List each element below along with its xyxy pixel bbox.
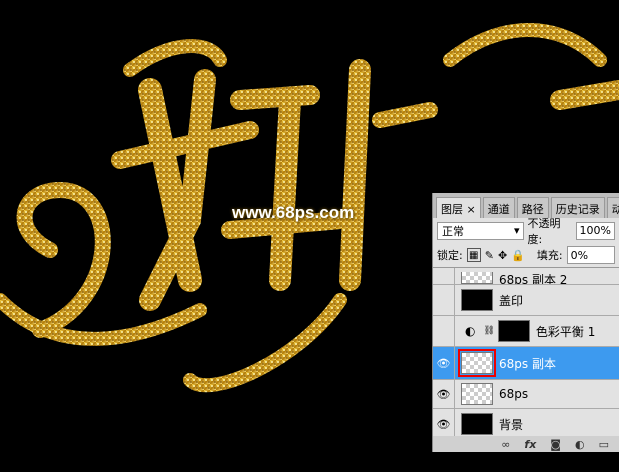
eye-icon[interactable]: 👁 <box>433 409 455 436</box>
fx-icon[interactable]: fx <box>524 438 536 451</box>
watermark: www.68ps.com <box>232 203 355 222</box>
visibility-toggle[interactable] <box>433 268 455 284</box>
tab-channels[interactable]: 通道 <box>482 197 515 218</box>
chevron-down-icon: ▾ <box>513 224 520 237</box>
layer-row[interactable]: 👁 68ps <box>433 380 619 409</box>
fill-label: 填充: <box>536 249 563 262</box>
link-chain-icon: ⛓ <box>483 326 495 336</box>
panel-tabs: 图层 × 通道 路径 历史记录 动 <box>433 193 619 218</box>
layer-thumbnail <box>461 413 493 435</box>
adjustment-icon[interactable]: ◐ <box>575 438 585 451</box>
visibility-toggle[interactable] <box>433 285 455 315</box>
layer-name: 盖印 <box>499 293 524 308</box>
layer-row[interactable]: 盖印 <box>433 285 619 316</box>
mask-icon[interactable]: ◙ <box>550 438 561 451</box>
lock-all-icon[interactable]: 🔒 <box>511 249 525 262</box>
layer-name: 68ps 副本 2 <box>499 274 568 284</box>
lock-move-icon[interactable]: ✥ <box>498 249 507 262</box>
layers-panel: 图层 × 通道 路径 历史记录 动 正常 ▾ 不透明度: 100% 锁定: ▦ ✎… <box>432 193 619 452</box>
blend-mode-select[interactable]: 正常 ▾ <box>437 221 525 240</box>
layer-row-selected[interactable]: 👁 68ps 副本 <box>433 347 619 380</box>
layer-thumbnail <box>461 383 493 405</box>
opacity-input[interactable]: 100% <box>575 221 615 240</box>
opacity-label: 不透明度: <box>527 216 561 246</box>
layer-thumbnail <box>461 272 493 284</box>
lock-transparency-icon[interactable]: ▦ <box>466 248 481 262</box>
layer-mask-thumbnail <box>497 320 530 342</box>
visibility-toggle[interactable] <box>433 316 455 346</box>
tab-actions[interactable]: 动 <box>606 197 619 218</box>
layer-thumbnail <box>458 349 496 377</box>
folder-icon[interactable]: ▭ <box>599 438 609 451</box>
layer-name: 背景 <box>499 417 524 432</box>
blend-mode-value: 正常 <box>442 224 464 238</box>
fill-input[interactable]: 0% <box>566 246 615 264</box>
lock-brush-icon[interactable]: ✎ <box>485 249 494 262</box>
lock-label: 锁定: <box>437 249 463 262</box>
panel-footer: ∞ fx ◙ ◐ ▭ <box>433 436 619 452</box>
adjustment-layer-icon: ◐ <box>465 324 476 338</box>
layer-row[interactable]: ◐ ⛓ 色彩平衡 1 <box>433 316 619 347</box>
layer-row[interactable]: 68ps 副本 2 <box>433 268 619 285</box>
layer-name: 色彩平衡 1 <box>535 324 596 339</box>
layer-row[interactable]: 👁 背景 <box>433 409 619 436</box>
link-icon[interactable]: ∞ <box>501 438 510 451</box>
layer-thumbnail <box>461 289 493 311</box>
tab-layers[interactable]: 图层 × <box>436 197 481 218</box>
eye-icon[interactable]: 👁 <box>433 347 455 379</box>
layer-list: 68ps 副本 2 盖印 ◐ ⛓ 色彩平衡 1 👁 68ps 副本 👁 68ps… <box>433 268 619 436</box>
layer-name: 68ps <box>499 387 529 401</box>
eye-icon[interactable]: 👁 <box>433 380 455 408</box>
layer-name: 68ps 副本 <box>499 356 556 371</box>
